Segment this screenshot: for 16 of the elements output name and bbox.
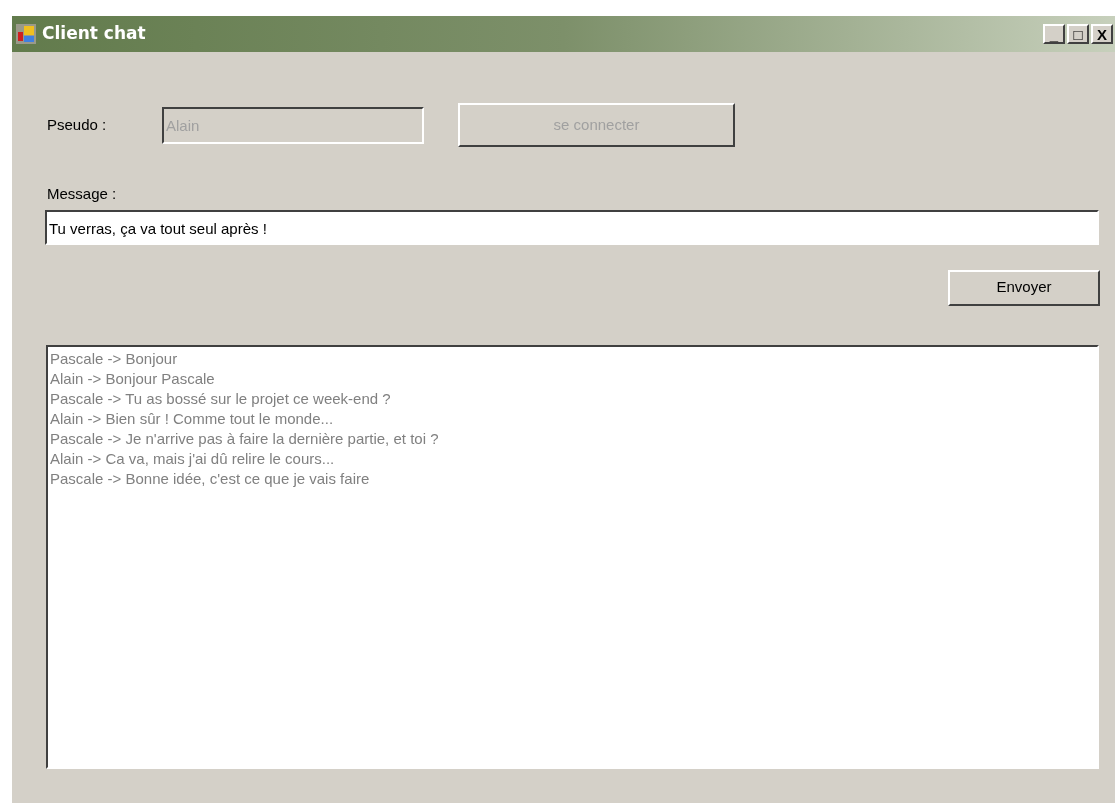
chat-message: Pascale -> Bonjour: [50, 348, 179, 369]
send-button[interactable]: Envoyer: [948, 269, 1100, 306]
chat-message: Alain -> Bonjour Pascale: [50, 368, 216, 389]
close-button[interactable]: X: [1091, 24, 1113, 44]
field-label: Pseudo :: [47, 114, 108, 135]
chat-message: Alain -> Bien sûr ! Comme tout le monde...: [50, 408, 335, 429]
minimize-button[interactable]: _: [1043, 24, 1065, 44]
chat-message: Pascale -> Bonne idée, c'est ce que je vais faire: [50, 468, 371, 489]
message-field[interactable]: Tu verras, ça va tout seul après !: [45, 209, 1099, 245]
maximize-button[interactable]: □: [1067, 24, 1089, 44]
window-title: Client chat: [42, 22, 146, 46]
field-label: Message :: [47, 184, 118, 204]
chat-message: Pascale -> Tu as bossé sur le projet ce week-end ?: [50, 388, 392, 409]
chat-message: Alain -> Ca va, mais j'ai dû relire le cours...: [50, 448, 336, 469]
chat-message: Pascale -> Je n'arrive pas à faire la dernière partie, et toi ?: [50, 428, 440, 449]
app-icon: [16, 24, 36, 44]
